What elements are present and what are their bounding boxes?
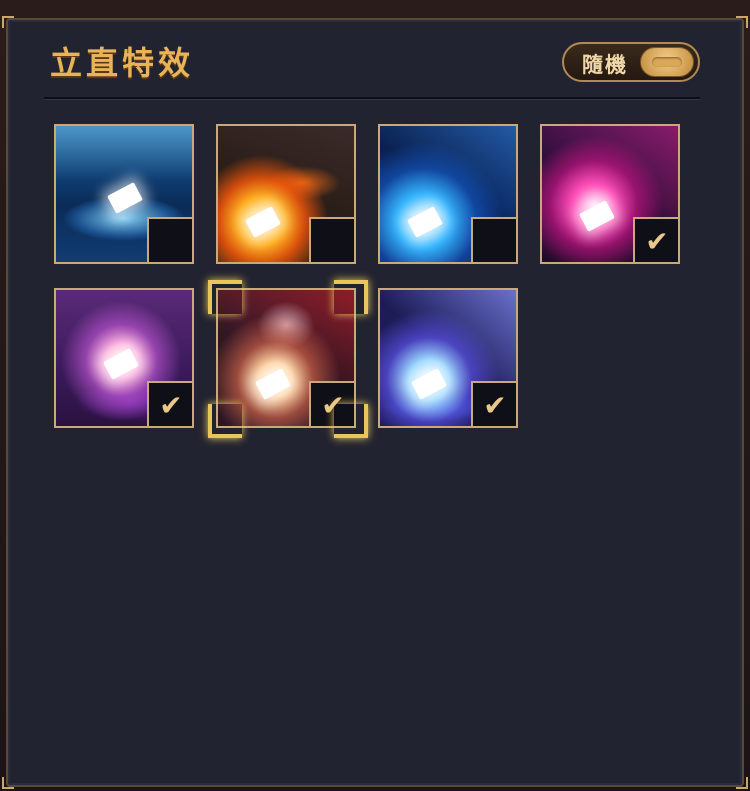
- header-divider: [44, 97, 700, 100]
- panel-corner-ornament: [2, 16, 14, 28]
- empty-checkbox[interactable]: [309, 217, 354, 262]
- checkbox-checked[interactable]: ✔: [471, 381, 516, 426]
- check-icon: ✔: [483, 388, 507, 422]
- effect-tile-blue-crackle[interactable]: [54, 124, 194, 264]
- empty-checkbox[interactable]: [471, 217, 516, 262]
- random-toggle-label: 隨機: [582, 52, 628, 77]
- panel-corner-ornament: [736, 777, 748, 789]
- random-toggle[interactable]: 隨機: [562, 42, 700, 82]
- effect-tile-lightning-strike[interactable]: ✔: [378, 288, 518, 428]
- selection-bracket: [208, 280, 242, 314]
- effect-tile-pink-chain[interactable]: ✔: [540, 124, 680, 264]
- check-icon: ✔: [645, 224, 669, 258]
- check-icon: ✔: [159, 388, 183, 422]
- toggle-knob-icon[interactable]: [640, 47, 694, 77]
- page-title: 立直特效: [50, 44, 195, 82]
- selection-bracket: [334, 280, 368, 314]
- empty-checkbox[interactable]: [147, 217, 192, 262]
- effect-tile-blue-trail[interactable]: [378, 124, 518, 264]
- selection-bracket: [334, 404, 368, 438]
- panel-corner-ornament: [2, 777, 14, 789]
- effect-tile-paw-burst[interactable]: ✔: [54, 288, 194, 428]
- selection-bracket: [208, 404, 242, 438]
- checkbox-checked[interactable]: ✔: [633, 217, 678, 262]
- panel-corner-ornament: [736, 16, 748, 28]
- checkbox-checked[interactable]: ✔: [147, 381, 192, 426]
- effect-tile-fire-comet[interactable]: [216, 124, 356, 264]
